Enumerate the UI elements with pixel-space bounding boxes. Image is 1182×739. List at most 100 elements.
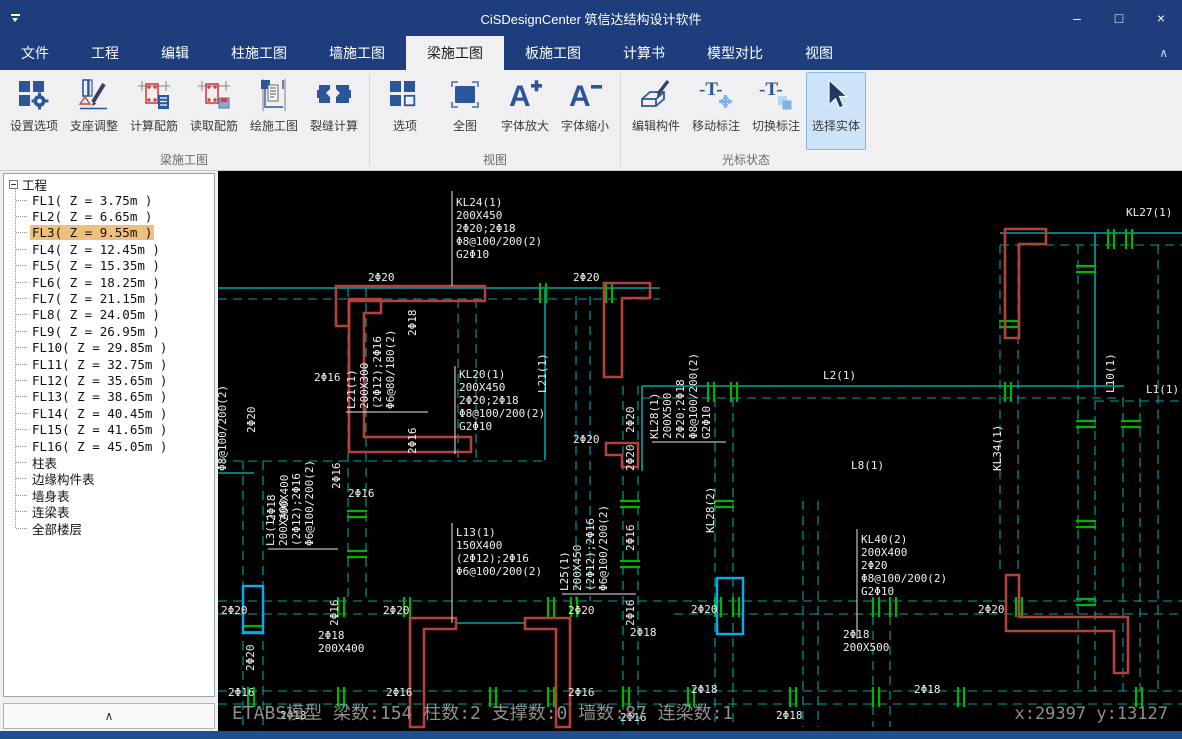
tree-item-label: FL6( Z = 18.25m ) — [32, 274, 160, 290]
ribbon-button-label: 支座调整 — [69, 119, 118, 133]
ribbon-button-绘施工图[interactable]: 绘施工图 — [244, 72, 304, 150]
tree-item[interactable]: FL5( Z = 15.35m ) — [16, 258, 214, 274]
beam-annotation: KL28(1) — [648, 393, 661, 439]
project-tree: 工程 FL1( Z = 3.75m ) FL2( Z = 6.65m ) FL3( … — [3, 173, 215, 697]
ribbon-button-编辑构件[interactable]: 编辑构件 — [626, 72, 686, 150]
tree-item[interactable]: FL11( Z = 32.75m ) — [16, 356, 214, 372]
tree-item[interactable]: FL10( Z = 29.85m ) — [16, 340, 214, 356]
tree-expander-icon[interactable] — [9, 180, 18, 189]
tree-connector — [16, 298, 27, 300]
beam-annotation: Φ8@100/200(2) — [861, 572, 947, 585]
ribbon-button-支座调整[interactable]: 支座调整 — [64, 72, 124, 150]
tree-item[interactable]: FL13( Z = 38.65m ) — [16, 389, 214, 405]
tree-item-label: FL10( Z = 29.85m ) — [32, 340, 168, 356]
ribbon-group-视图: 选项 全图 A 字体放大 A 字体缩小 视图 — [371, 70, 619, 170]
tree-item-label: FL11( Z = 32.75m ) — [32, 356, 168, 372]
tree-item[interactable]: FL2( Z = 6.65m ) — [16, 208, 214, 224]
beam-annotation: 2Φ18 — [318, 629, 345, 642]
tab-工程[interactable]: 工程 — [70, 36, 140, 70]
ribbon-button-label: 移动标注 — [691, 119, 740, 133]
beam-annotation: 2Φ16 — [228, 686, 255, 699]
tree-item[interactable]: FL3( Z = 9.55m ) — [16, 225, 214, 241]
toggle-label-icon: -T- — [757, 76, 795, 114]
ribbon-button-切换标注[interactable]: -T- 切换标注 — [746, 72, 806, 150]
tree-root-node[interactable]: 工程 — [4, 174, 214, 193]
settings-grid-icon — [15, 76, 53, 114]
ribbon-button-label: 字体缩小 — [560, 119, 609, 133]
tree-item[interactable]: 全部楼层 — [16, 520, 214, 537]
ribbon-button-label: 选择实体 — [811, 119, 860, 133]
ribbon-group-label: 光标状态 — [721, 153, 770, 167]
panel-collapse-button[interactable]: ∧ — [3, 703, 215, 729]
tab-梁施工图[interactable]: 梁施工图 — [406, 36, 504, 70]
tree-item[interactable]: FL14( Z = 40.45m ) — [16, 405, 214, 421]
beam-annotation: KL27(1) — [1126, 206, 1172, 219]
tree-item[interactable]: FL8( Z = 24.05m ) — [16, 307, 214, 323]
tree-item[interactable]: 边缘构件表 — [16, 471, 214, 487]
beam-annotation: KL24(1) — [456, 196, 502, 209]
tree-item[interactable]: 墙身表 — [16, 487, 214, 504]
ribbon-button-全图[interactable]: 全图 — [435, 72, 495, 150]
beam-annotation: (2Φ12);2Φ16 — [456, 552, 529, 565]
beam-annotation: G2Φ10 — [459, 420, 492, 433]
tree-item[interactable]: FL7( Z = 21.15m ) — [16, 290, 214, 306]
tree-item[interactable]: FL4( Z = 12.45m ) — [16, 241, 214, 257]
minimize-button[interactable]: – — [1056, 0, 1098, 36]
ribbon-button-字体缩小[interactable]: A 字体缩小 — [555, 72, 615, 150]
maximize-button[interactable]: □ — [1098, 0, 1140, 36]
tab-板施工图[interactable]: 板施工图 — [504, 36, 602, 70]
beam-annotation: 200X500 — [843, 641, 889, 654]
ribbon-group-梁施工图: 设置选项 支座调整 计算配筋 读取配筋 绘施工图 裂缝计算 梁施工图 — [0, 70, 368, 170]
tab-编辑[interactable]: 编辑 — [140, 36, 210, 70]
close-button[interactable]: × — [1140, 0, 1182, 36]
application-window: CiSDesignCenter 筑信达结构设计软件 – □ × 文件 工程 编辑 柱施… — [0, 0, 1182, 739]
support-pencil-icon — [75, 76, 113, 114]
ribbon-button-移动标注[interactable]: -T- 移动标注 — [686, 72, 746, 150]
model-status-text: ETABS模型 梁数:154 柱数:2 支撑数:0 墙数:87 连梁数:1 — [232, 703, 733, 724]
ribbon-button-字体放大[interactable]: A 字体放大 — [495, 72, 555, 150]
beam-annotation: 2Φ20 — [978, 603, 1005, 616]
ribbon-group-separator — [369, 74, 370, 166]
beam-annotation: 2Φ20 — [368, 271, 395, 284]
beam-annotation: (2Φ12);2Φ16 — [371, 336, 384, 409]
ribbon-button-选项[interactable]: 选项 — [375, 72, 435, 150]
ribbon-collapse-chevron[interactable]: ∧ — [1159, 36, 1168, 70]
tree-item[interactable]: 连梁表 — [16, 503, 214, 520]
beam-annotation: 200X500 — [661, 393, 674, 439]
beam-annotation: Φ8@100/200(2) — [218, 385, 229, 471]
tab-视图[interactable]: 视图 — [784, 36, 854, 70]
ribbon: 设置选项 支座调整 计算配筋 读取配筋 绘施工图 裂缝计算 梁施工图 选项 全图 A 字体放大 A 字体… — [0, 70, 1182, 171]
tab-模型对比[interactable]: 模型对比 — [686, 36, 784, 70]
beam-annotation: 2Φ20 — [568, 604, 595, 617]
beam-annotation: 2Φ16 — [386, 686, 413, 699]
tree-item[interactable]: FL1( Z = 3.75m ) — [16, 192, 214, 208]
ribbon-button-设置选项[interactable]: 设置选项 — [4, 72, 64, 150]
beam-annotation: Φ8@100/200(2) — [687, 353, 700, 439]
tree-item[interactable]: 柱表 — [16, 454, 214, 471]
cursor-coordinates: x:29397 y:13127 — [1014, 704, 1168, 724]
view-options-icon — [386, 76, 424, 114]
beam-annotation: KL34(1) — [991, 425, 1004, 471]
tree-item[interactable]: FL15( Z = 41.65m ) — [16, 421, 214, 437]
beam-annotation: 2Φ18 — [914, 683, 941, 696]
ribbon-button-选择实体[interactable]: 选择实体 — [806, 72, 866, 150]
tree-item[interactable]: FL6( Z = 18.25m ) — [16, 274, 214, 290]
cad-drawing: 2Φ20 2Φ20 KL27(1) L2(1) L8(1) L1(1) 2Φ20 2Φ20 2Φ… — [218, 191, 1182, 729]
tree-item[interactable]: FL12( Z = 35.65m ) — [16, 372, 214, 388]
ribbon-button-裂缝计算[interactable]: 裂缝计算 — [304, 72, 364, 150]
beam-annotation: 2Φ20 — [624, 407, 637, 434]
tab-文件[interactable]: 文件 — [0, 36, 70, 70]
tree-connector — [16, 461, 27, 463]
beam-annotation: 2Φ20 — [573, 271, 600, 284]
ribbon-button-计算配筋[interactable]: 计算配筋 — [124, 72, 184, 150]
tab-墙施工图[interactable]: 墙施工图 — [308, 36, 406, 70]
tree-item[interactable]: FL16( Z = 45.05m ) — [16, 438, 214, 454]
tree-item[interactable]: FL9( Z = 26.95m ) — [16, 323, 214, 339]
beam-annotation: G2Φ10 — [861, 585, 894, 598]
drawing-canvas[interactable]: 2Φ20 2Φ20 KL27(1) L2(1) L8(1) L1(1) 2Φ20 2Φ20 2Φ… — [218, 171, 1182, 731]
ribbon-button-label: 全图 — [452, 119, 477, 133]
tab-柱施工图[interactable]: 柱施工图 — [210, 36, 308, 70]
ribbon-button-读取配筋[interactable]: 读取配筋 — [184, 72, 244, 150]
tab-计算书[interactable]: 计算书 — [602, 36, 686, 70]
canvas-labels: 2Φ20 2Φ20 KL27(1) L2(1) L8(1) L1(1) 2Φ20 2Φ20 2Φ… — [218, 196, 1179, 724]
